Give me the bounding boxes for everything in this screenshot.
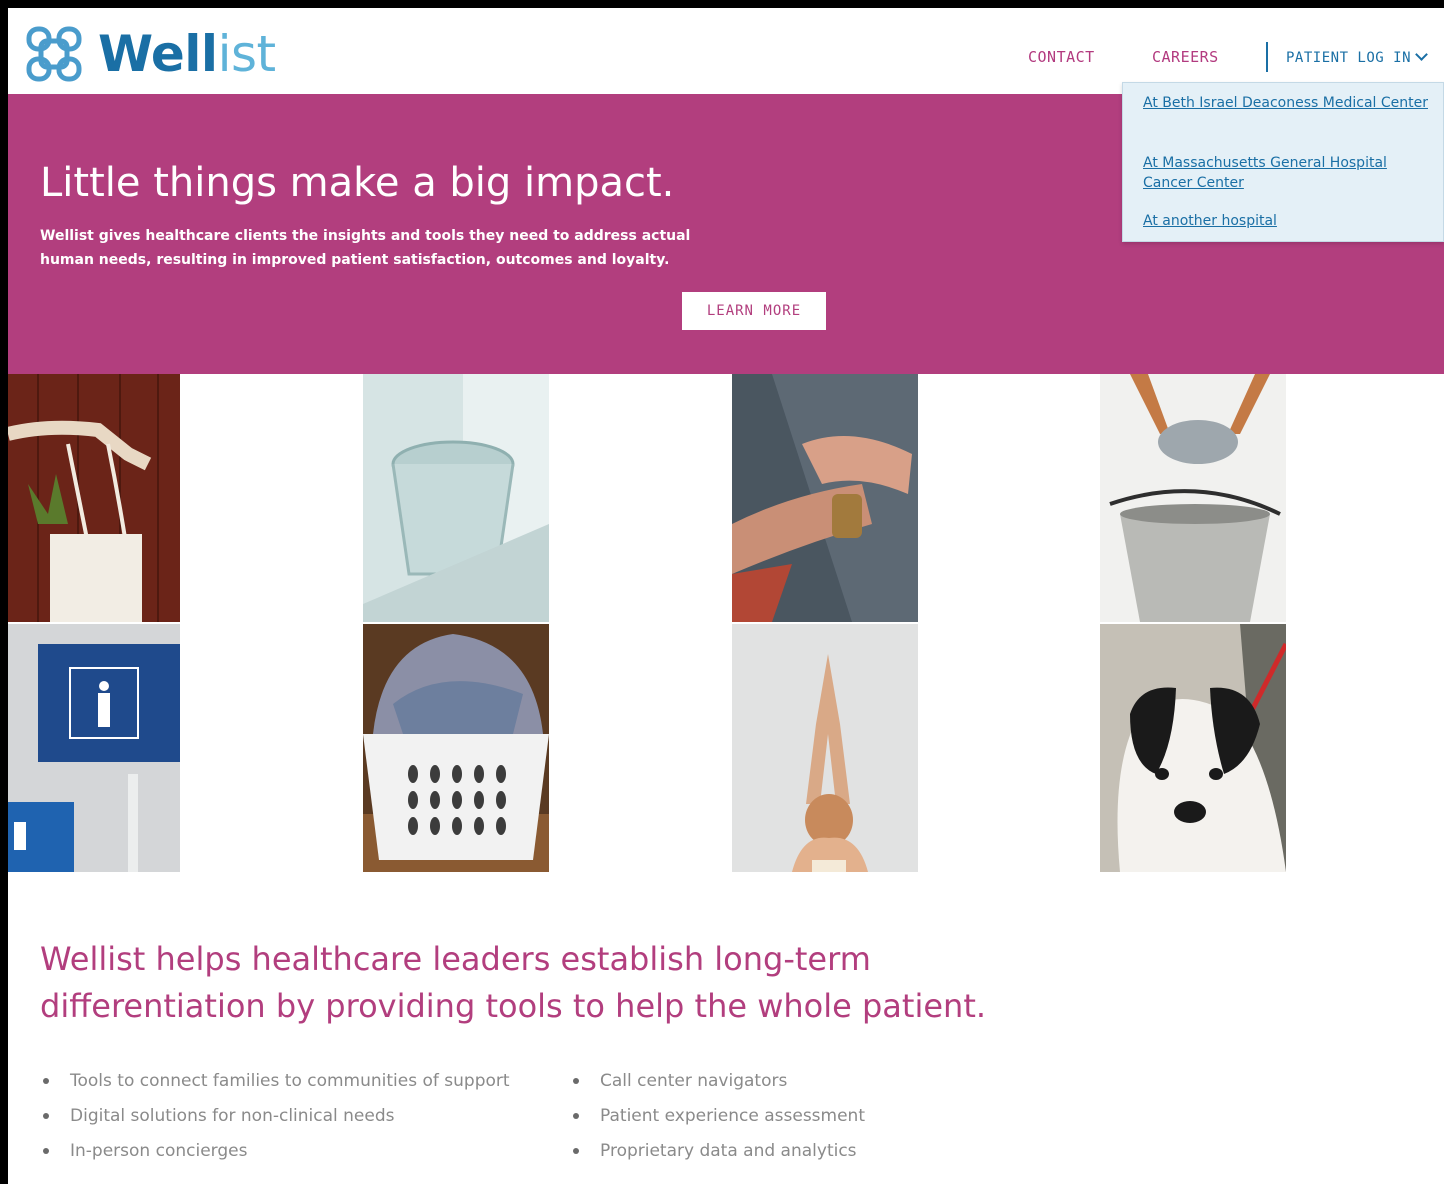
photo-grid — [8, 374, 1444, 872]
wellist-logo-icon — [26, 26, 82, 82]
laundry-basket-icon — [363, 624, 549, 872]
nav-careers-link[interactable]: CAREERS — [1152, 48, 1219, 66]
feature-list-right: Call center navigators Patient experienc… — [570, 1068, 865, 1173]
hero-title: Little things make a big impact. — [40, 160, 675, 206]
wellist-logo[interactable]: Wellist — [24, 24, 276, 84]
login-menu-item-beth-israel[interactable]: At Beth Israel Deaconess Medical Center — [1143, 93, 1429, 113]
wellist-wordmark: Wellist — [98, 25, 276, 83]
water-glass-icon — [363, 374, 549, 622]
nav-contact-link[interactable]: CONTACT — [1028, 48, 1095, 66]
yoga-icon — [732, 624, 918, 872]
patient-login-dropdown[interactable]: PATIENT LOG IN — [1286, 48, 1428, 66]
photo-restroom-sign — [8, 624, 180, 872]
feature-item: Digital solutions for non-clinical needs — [40, 1103, 510, 1138]
nav-divider — [1266, 42, 1268, 72]
chevron-down-icon — [1415, 48, 1428, 61]
photo-tote-bag — [8, 374, 180, 622]
bucket-icon — [1100, 374, 1286, 622]
patient-login-menu: At Beth Israel Deaconess Medical Center … — [1122, 82, 1444, 242]
photo-dog — [1100, 624, 1286, 872]
photo-laundry-basket — [363, 624, 549, 872]
photo-bucket — [1100, 374, 1286, 622]
page: Wellist CONTACT CAREERS PATIENT LOG IN L… — [8, 8, 1444, 1184]
learn-more-button[interactable]: LEARN MORE — [682, 292, 826, 330]
photo-water-glass — [363, 374, 549, 622]
tote-bag-icon — [8, 374, 180, 622]
login-menu-item-other[interactable]: At another hospital — [1143, 211, 1429, 231]
feature-item: Call center navigators — [570, 1068, 865, 1103]
hero-description: Wellist gives healthcare clients the ins… — [40, 228, 691, 268]
feature-item: Patient experience assessment — [570, 1103, 865, 1138]
photo-wristwatch — [732, 374, 918, 622]
photo-yoga — [732, 624, 918, 872]
patient-login-label: PATIENT LOG IN — [1286, 50, 1412, 66]
feature-item: Proprietary data and analytics — [570, 1138, 865, 1173]
restroom-sign-icon — [8, 624, 180, 872]
feature-item: In-person concierges — [40, 1138, 510, 1173]
login-menu-item-mgh[interactable]: At Massachusetts General Hospital Cancer… — [1143, 153, 1429, 193]
dog-icon — [1100, 624, 1286, 872]
feature-list-left: Tools to connect families to communities… — [40, 1068, 510, 1173]
feature-item: Tools to connect families to communities… — [40, 1068, 510, 1103]
wristwatch-icon — [732, 374, 918, 622]
lead-statement: Wellist helps healthcare leaders establi… — [40, 940, 987, 1025]
